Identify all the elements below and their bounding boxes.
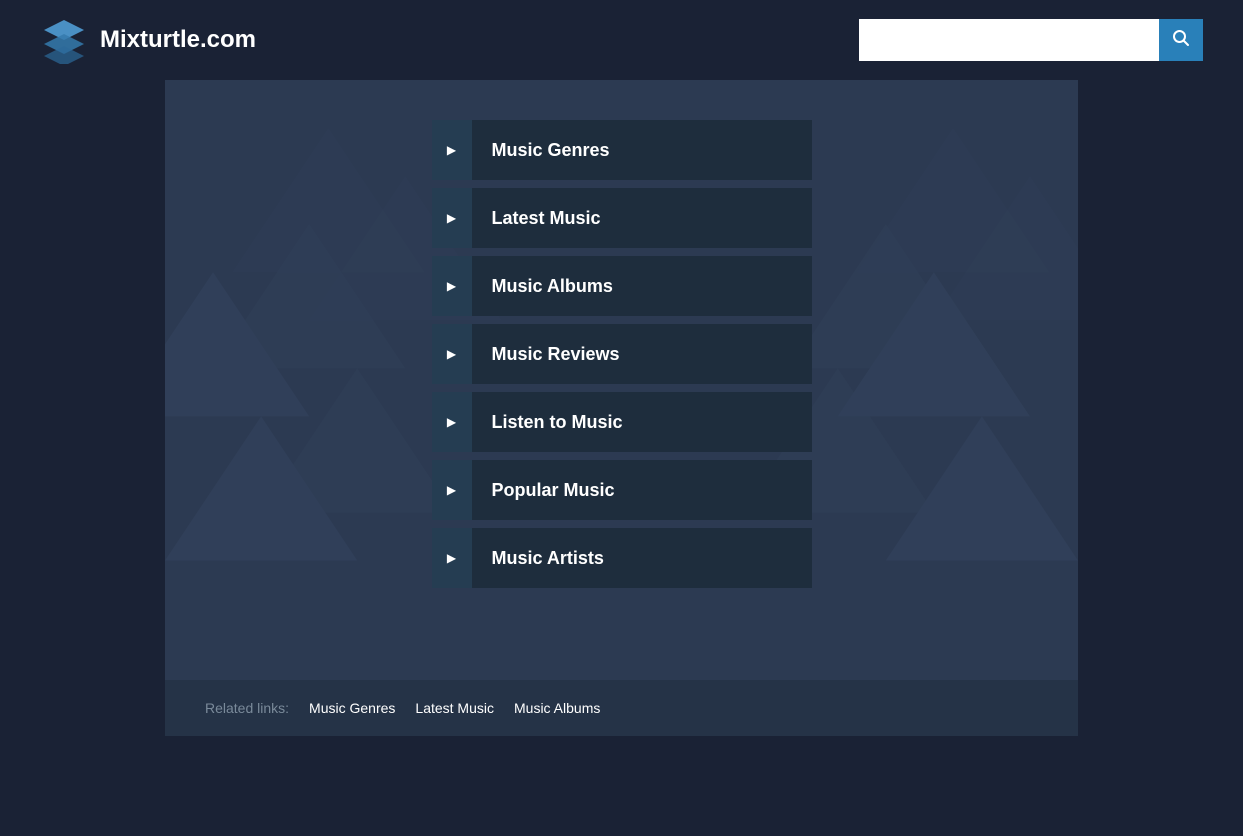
search-icon <box>1172 29 1190 52</box>
search-input[interactable] <box>859 19 1159 61</box>
related-label: Related links: <box>205 700 289 716</box>
nav-arrow-popular-music: ▶ <box>432 460 472 520</box>
nav-arrow-music-albums: ▶ <box>432 256 472 316</box>
nav-arrow-listen-to-music: ▶ <box>432 392 472 452</box>
bottom-area <box>0 736 1243 836</box>
nav-item-music-genres[interactable]: ▶Music Genres <box>432 120 812 180</box>
nav-item-music-reviews[interactable]: ▶Music Reviews <box>432 324 812 384</box>
nav-label-latest-music: Latest Music <box>472 208 601 229</box>
search-button[interactable] <box>1159 19 1203 61</box>
footer-link-footer-music-genres[interactable]: Music Genres <box>309 700 395 716</box>
footer-link-footer-latest-music[interactable]: Latest Music <box>415 700 494 716</box>
logo-icon <box>40 16 88 64</box>
nav-label-music-artists: Music Artists <box>472 548 604 569</box>
nav-item-latest-music[interactable]: ▶Latest Music <box>432 188 812 248</box>
nav-arrow-latest-music: ▶ <box>432 188 472 248</box>
footer-link-footer-music-albums[interactable]: Music Albums <box>514 700 600 716</box>
nav-list: ▶Music Genres▶Latest Music▶Music Albums▶… <box>165 110 1078 598</box>
nav-item-music-artists[interactable]: ▶Music Artists <box>432 528 812 588</box>
nav-label-listen-to-music: Listen to Music <box>472 412 623 433</box>
logo-area: Mixturtle.com <box>40 16 256 64</box>
main-content: ▶Music Genres▶Latest Music▶Music Albums▶… <box>165 80 1078 680</box>
logo-text: Mixturtle.com <box>100 26 256 54</box>
nav-item-popular-music[interactable]: ▶Popular Music <box>432 460 812 520</box>
nav-arrow-music-reviews: ▶ <box>432 324 472 384</box>
related-links-bar: Related links: Music Genres Latest Music M… <box>165 680 1078 736</box>
search-area <box>859 19 1203 61</box>
nav-arrow-music-genres: ▶ <box>432 120 472 180</box>
nav-arrow-music-artists: ▶ <box>432 528 472 588</box>
nav-label-music-reviews: Music Reviews <box>472 344 620 365</box>
header: Mixturtle.com <box>0 0 1243 80</box>
nav-item-music-albums[interactable]: ▶Music Albums <box>432 256 812 316</box>
nav-label-music-genres: Music Genres <box>472 140 610 161</box>
nav-item-listen-to-music[interactable]: ▶Listen to Music <box>432 392 812 452</box>
nav-label-music-albums: Music Albums <box>472 276 613 297</box>
nav-label-popular-music: Popular Music <box>472 480 615 501</box>
